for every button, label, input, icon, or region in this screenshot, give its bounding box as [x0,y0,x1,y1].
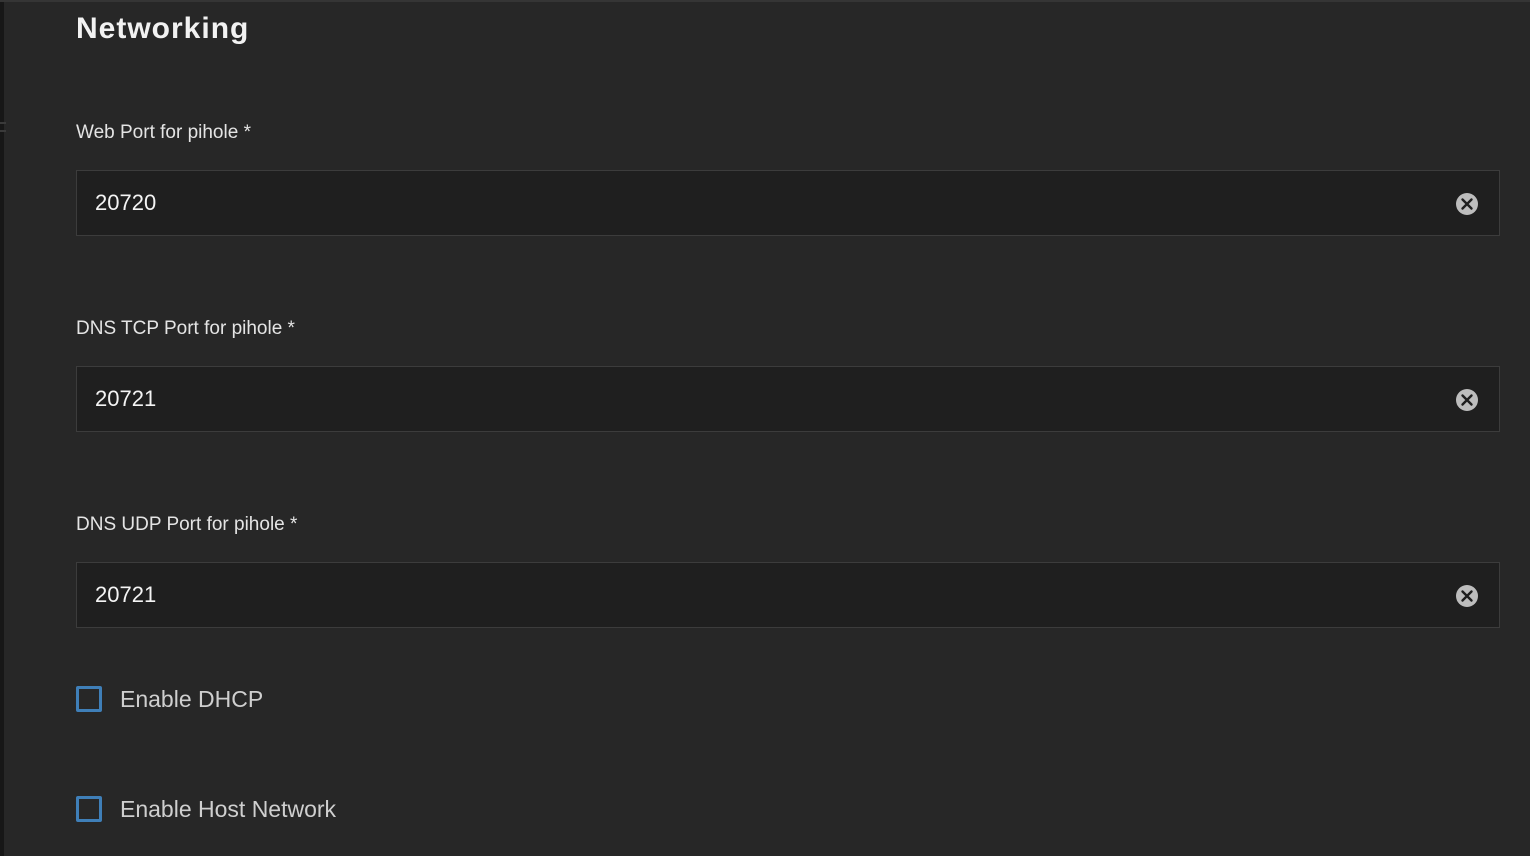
enable-host-network-checkbox[interactable] [76,796,102,822]
dns-tcp-port-label: DNS TCP Port for pihole * [76,318,295,339]
web-port-input[interactable]: 20720 [76,170,1500,236]
enable-dhcp-checkbox[interactable] [76,686,102,712]
dns-udp-port-label: DNS UDP Port for pihole * [76,514,298,535]
section-title: Networking [76,12,250,45]
enable-host-network-option[interactable]: Enable Host Network [76,793,336,825]
clear-circle-icon[interactable] [1455,584,1479,608]
web-port-value[interactable]: 20720 [95,171,156,235]
panel-edge-handle [0,122,6,132]
networking-panel: Networking Web Port for pihole * 20720 D… [0,0,1530,856]
web-port-label: Web Port for pihole * [76,122,251,143]
enable-dhcp-option[interactable]: Enable DHCP [76,683,263,715]
clear-circle-icon[interactable] [1455,192,1479,216]
enable-host-network-label[interactable]: Enable Host Network [120,793,336,825]
dns-udp-port-input[interactable]: 20721 [76,562,1500,628]
panel-top-border [0,0,1530,2]
dns-tcp-port-input[interactable]: 20721 [76,366,1500,432]
dns-tcp-port-value[interactable]: 20721 [95,367,156,431]
clear-circle-icon[interactable] [1455,388,1479,412]
enable-dhcp-label[interactable]: Enable DHCP [120,683,263,715]
dns-udp-port-value[interactable]: 20721 [95,563,156,627]
